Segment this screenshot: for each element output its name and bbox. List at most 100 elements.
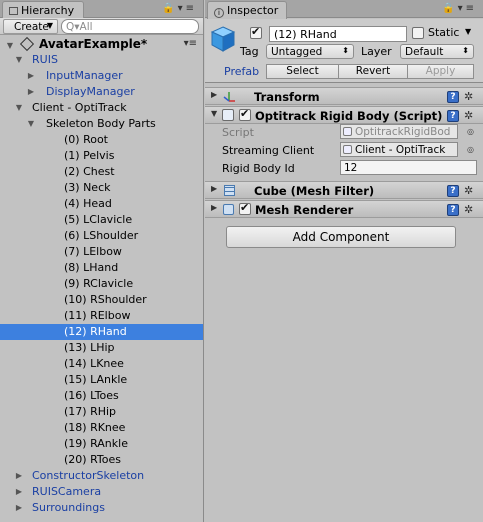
tree-item[interactable]: (9) RClavicle xyxy=(0,276,203,292)
help-icon[interactable]: ? xyxy=(447,91,459,103)
meshrenderer-header[interactable]: ▶ Mesh Renderer ? ✲ xyxy=(205,200,483,218)
tree-item[interactable]: (6) LShoulder xyxy=(0,228,203,244)
tree-item[interactable]: (17) RHip xyxy=(0,404,203,420)
hierarchy-tab-menu-icon[interactable]: 🔒▾≡ xyxy=(162,3,197,14)
static-dropdown-icon[interactable]: ▼ xyxy=(465,27,471,36)
prefab-select-button[interactable]: Select xyxy=(266,64,339,79)
expand-arrow-icon[interactable]: ▶ xyxy=(25,84,37,100)
tree-item[interactable]: ▶ DisplayManager xyxy=(0,84,203,100)
collapse-arrow-icon[interactable]: ▼ xyxy=(25,116,37,132)
tree-item[interactable]: (10) RShoulder xyxy=(0,292,203,308)
collapse-arrow-icon[interactable]: ▼ xyxy=(211,109,217,118)
expand-arrow-icon[interactable]: ▶ xyxy=(211,90,217,99)
tree-item[interactable]: (16) LToes xyxy=(0,388,203,404)
expand-arrow-icon[interactable]: ▶ xyxy=(211,184,217,193)
tree-item[interactable]: (14) LKnee xyxy=(0,356,203,372)
info-icon: i xyxy=(214,8,224,18)
tree-item-label: (8) LHand xyxy=(64,261,119,274)
unity-scene-icon xyxy=(19,36,34,52)
tree-item[interactable]: (4) Head xyxy=(0,196,203,212)
tree-item-label: (17) RHip xyxy=(64,405,117,418)
tree-item-label: (20) RToes xyxy=(64,453,121,466)
tree-item-label: (9) RClavicle xyxy=(64,277,134,290)
rigid-body-id-value: 12 xyxy=(344,162,358,174)
object-picker-icon[interactable]: ◎ xyxy=(467,145,474,154)
rigid-body-id-field[interactable]: 12 xyxy=(340,160,477,175)
tree-item[interactable]: (20) RToes xyxy=(0,452,203,468)
meshfilter-header[interactable]: ▶ Cube (Mesh Filter) ? ✲ xyxy=(205,181,483,199)
tree-item[interactable]: ▶ RUISCamera xyxy=(0,484,203,500)
prefab-label: Prefab xyxy=(224,65,260,78)
tag-dropdown[interactable]: Untagged ⬍ xyxy=(266,44,354,59)
tree-item[interactable]: (5) LClavicle xyxy=(0,212,203,228)
tree-item-label: (14) LKnee xyxy=(64,357,124,370)
hierarchy-tab-label: Hierarchy xyxy=(21,4,75,17)
tree-item-label: (2) Chest xyxy=(64,165,115,178)
gear-icon[interactable]: ✲ xyxy=(464,184,473,197)
static-checkbox[interactable] xyxy=(412,27,424,39)
transform-icon xyxy=(223,92,235,102)
expand-arrow-icon[interactable]: ▶ xyxy=(13,500,25,516)
streaming-client-field[interactable]: Client - OptiTrack xyxy=(340,142,458,157)
tree-item[interactable]: (19) RAnkle xyxy=(0,436,203,452)
expand-arrow-icon[interactable]: ▶ xyxy=(211,203,217,212)
tree-item[interactable]: (13) LHip xyxy=(0,340,203,356)
help-icon[interactable]: ? xyxy=(447,185,459,197)
meshrenderer-enabled-checkbox[interactable] xyxy=(239,201,251,215)
expand-arrow-icon[interactable]: ▶ xyxy=(25,68,37,84)
expand-arrow-icon[interactable]: ▶ xyxy=(13,468,25,484)
tree-item[interactable]: (18) RKnee xyxy=(0,420,203,436)
gear-icon[interactable]: ✲ xyxy=(464,203,473,216)
tree-item[interactable]: (3) Neck xyxy=(0,180,203,196)
tree-item[interactable]: (11) RElbow xyxy=(0,308,203,324)
object-picker-icon: ◎ xyxy=(467,127,474,136)
tree-item-label: ConstructorSkeleton xyxy=(32,469,145,482)
object-name-field[interactable]: (12) RHand xyxy=(269,26,407,42)
create-button[interactable]: Create ▼ xyxy=(3,19,58,34)
gear-icon[interactable]: ✲ xyxy=(464,90,473,103)
tree-item[interactable]: (7) LElbow xyxy=(0,244,203,260)
tree-item[interactable]: ▼ Client - OptiTrack xyxy=(0,100,203,116)
layer-label: Layer xyxy=(361,45,392,58)
tag-label: Tag xyxy=(240,45,259,58)
tree-item[interactable]: (12) RHand xyxy=(0,324,203,340)
prefab-revert-button[interactable]: Revert xyxy=(338,64,408,79)
tab-hierarchy[interactable]: Hierarchy xyxy=(2,1,84,19)
tree-item[interactable]: ▼ RUIS xyxy=(0,52,203,68)
rigidbody-enabled-checkbox[interactable] xyxy=(239,107,251,121)
chevron-down-icon: ▼ xyxy=(46,21,53,30)
scene-row[interactable]: ▼ AvatarExample* ▾≡ xyxy=(0,36,203,52)
tree-item[interactable]: (2) Chest xyxy=(0,164,203,180)
prefab-apply-button[interactable]: Apply xyxy=(407,64,474,79)
active-checkbox[interactable] xyxy=(250,25,262,39)
transform-header[interactable]: ▶ Transform ? ✲ xyxy=(205,87,483,105)
tree-item-label: InputManager xyxy=(46,69,123,82)
tree-item[interactable]: ▶ Surroundings xyxy=(0,500,203,516)
updown-icon: ⬍ xyxy=(342,46,349,55)
tree-item-label: (7) LElbow xyxy=(64,245,122,258)
collapse-arrow-icon[interactable]: ▼ xyxy=(13,52,25,68)
inspector-tab-label: Inspector xyxy=(227,4,279,17)
gear-icon[interactable]: ✲ xyxy=(464,109,473,122)
scene-menu-icon[interactable]: ▾≡ xyxy=(184,36,197,52)
tree-item[interactable]: ▶ ConstructorSkeleton xyxy=(0,468,203,484)
updown-icon: ⬍ xyxy=(462,46,469,55)
add-component-button[interactable]: Add Component xyxy=(226,226,456,248)
help-icon[interactable]: ? xyxy=(447,110,459,122)
tab-inspector[interactable]: i Inspector xyxy=(207,1,287,19)
collapse-arrow-icon[interactable]: ▼ xyxy=(13,100,25,116)
help-icon[interactable]: ? xyxy=(447,204,459,216)
script-field: OptitrackRigidBod xyxy=(340,124,458,139)
tree-item[interactable]: ▶ InputManager xyxy=(0,68,203,84)
layer-dropdown[interactable]: Default ⬍ xyxy=(400,44,474,59)
tree-item[interactable]: (15) LAnkle xyxy=(0,372,203,388)
tree-item[interactable]: (0) Root xyxy=(0,132,203,148)
tree-item[interactable]: (1) Pelvis xyxy=(0,148,203,164)
tree-item[interactable]: (8) LHand xyxy=(0,260,203,276)
expand-arrow-icon[interactable]: ▶ xyxy=(13,484,25,500)
tree-item[interactable]: ▼ Skeleton Body Parts xyxy=(0,116,203,132)
tree-item-label: (4) Head xyxy=(64,197,112,210)
inspector-tab-menu-icon[interactable]: 🔒▾≡ xyxy=(442,3,477,14)
search-input[interactable]: Q▾All xyxy=(61,19,199,34)
rigidbody-header[interactable]: ▼ Optitrack Rigid Body (Script) ? ✲ xyxy=(205,106,483,124)
